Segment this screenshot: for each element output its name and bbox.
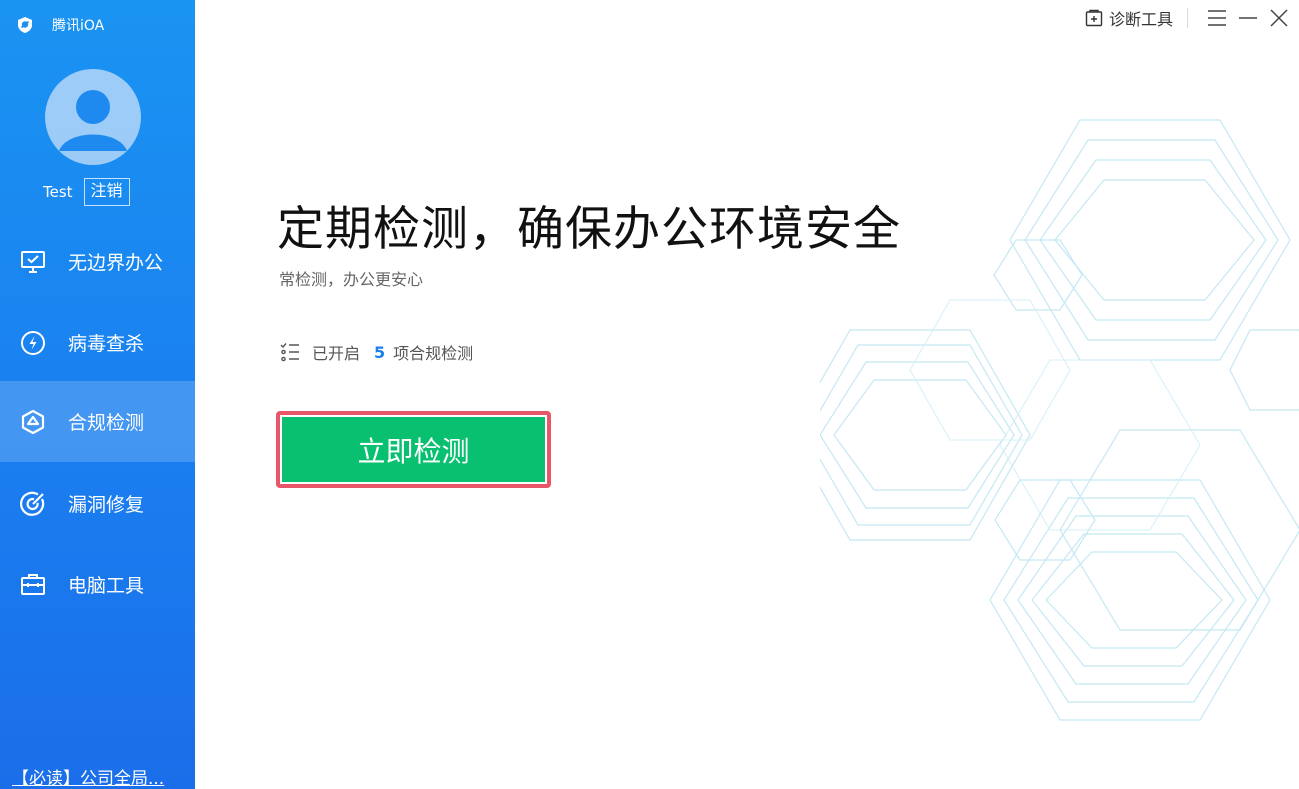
sidebar-item-borderless-office[interactable]: 无边界办公 — [0, 221, 195, 302]
diagnose-icon — [1085, 9, 1103, 27]
diagnose-tool-label: 诊断工具 — [1108, 10, 1173, 29]
avatar[interactable] — [45, 69, 141, 165]
status-suffix: 项合规检测 — [393, 344, 474, 363]
sidebar-item-label: 漏洞修复 — [68, 494, 145, 516]
menu-icon — [1208, 10, 1226, 26]
close-button[interactable] — [1268, 7, 1290, 29]
sidebar-item-vulnerability-fix[interactable]: 漏洞修复 — [0, 463, 195, 544]
page-subtitle: 常检测，办公更安心 — [279, 270, 424, 289]
user-row: Test 注销 — [0, 178, 195, 206]
sidebar-item-label: 合规检测 — [68, 412, 145, 434]
sidebar: 腾讯iOA Test 注销 无边界办公 病毒查杀 合规检测 漏洞修复 电脑工具 … — [0, 0, 195, 789]
diagnose-tool-button[interactable]: 诊断工具 — [1085, 6, 1173, 30]
brand-name: 腾讯iOA — [52, 18, 105, 34]
user-avatar-icon — [45, 69, 141, 165]
compliance-status: 已开启 5 项合规检测 — [280, 340, 473, 364]
toolbox-icon — [20, 572, 46, 598]
minimize-icon — [1239, 17, 1257, 19]
user-name: Test — [43, 183, 73, 201]
status-count: 5 — [374, 342, 386, 362]
brand: 腾讯iOA — [16, 13, 104, 37]
sidebar-item-label: 无边界办公 — [68, 252, 164, 274]
lightning-icon — [20, 330, 46, 356]
page-title: 定期检测，确保办公环境安全 — [277, 202, 901, 257]
notice-link[interactable]: 【必读】公司全局... — [12, 764, 164, 789]
sidebar-item-label: 电脑工具 — [68, 575, 145, 597]
minimize-button[interactable] — [1237, 7, 1259, 29]
sidebar-item-label: 病毒查杀 — [68, 333, 145, 355]
close-icon — [1270, 9, 1288, 27]
sidebar-item-virus-scan[interactable]: 病毒查杀 — [0, 302, 195, 383]
compliance-cube-icon — [20, 409, 46, 435]
status-prefix: 已开启 — [312, 344, 361, 363]
titlebar-divider — [1187, 8, 1188, 28]
title-bar: 诊断工具 — [1085, 0, 1299, 36]
monitor-icon — [20, 249, 46, 275]
sidebar-item-compliance-check[interactable]: 合规检测 — [0, 381, 195, 462]
scan-now-button[interactable]: 立即检测 — [282, 417, 545, 482]
checklist-icon — [280, 343, 299, 362]
menu-button[interactable] — [1206, 7, 1228, 29]
logout-button[interactable]: 注销 — [83, 178, 130, 206]
tencent-ioa-logo-icon — [18, 17, 32, 33]
target-icon — [20, 491, 46, 517]
sidebar-item-computer-tools[interactable]: 电脑工具 — [0, 544, 195, 625]
